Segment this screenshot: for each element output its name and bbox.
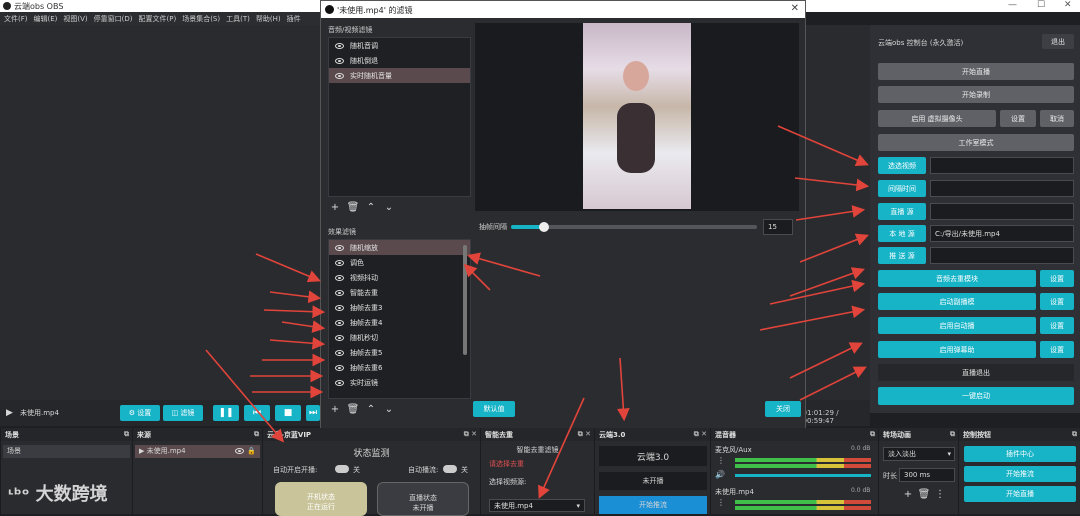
annotation-arrow [269, 336, 326, 350]
annotation-arrow [255, 253, 321, 283]
annotation-arrow [789, 342, 863, 379]
annotation-arrow [269, 290, 322, 304]
annotation-arrows [205, 125, 870, 499]
annotation-arrow [205, 349, 285, 443]
annotation-arrow [616, 357, 630, 422]
annotation-arrow-group [205, 125, 870, 499]
annotation-arrow [463, 263, 491, 291]
annotation-arrow [795, 205, 866, 221]
annotation-arrow [799, 366, 867, 401]
annotation-arrow [799, 233, 869, 263]
annotation-arrow [538, 397, 585, 499]
annotation-arrow [794, 177, 870, 192]
annotation-arrow [281, 320, 326, 333]
annotation-arrow [466, 252, 541, 277]
annotation-arrow [777, 125, 869, 167]
annotation-arrow [759, 305, 866, 331]
annotation-arrow [263, 305, 326, 319]
